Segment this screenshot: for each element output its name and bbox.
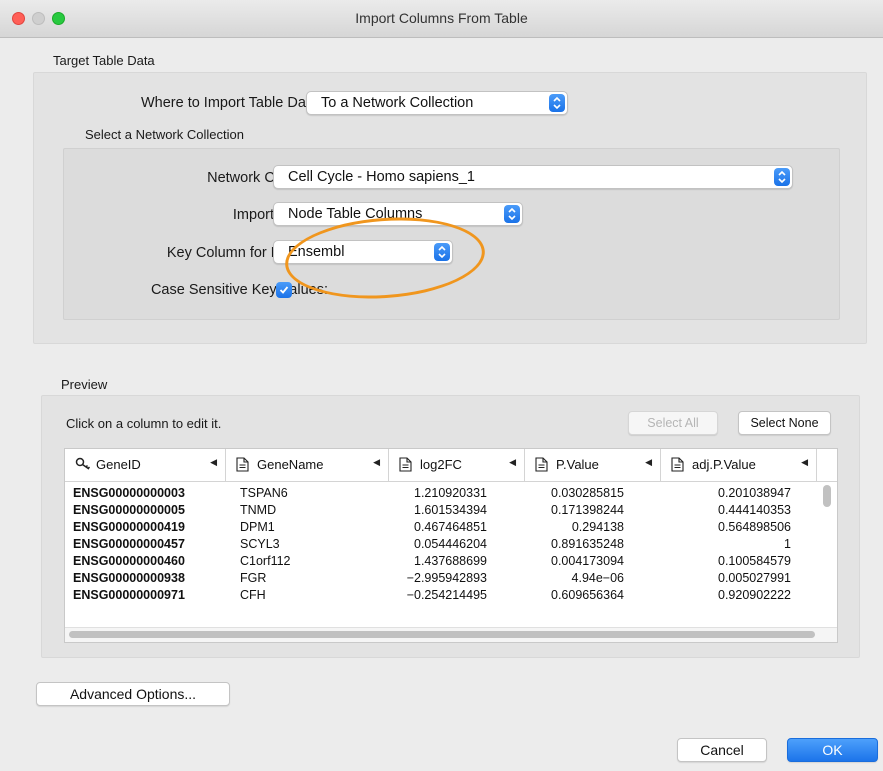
where-to-import-value: To a Network Collection bbox=[321, 95, 474, 111]
cell-log2fc: 1.601534394 bbox=[414, 503, 487, 517]
target-table-data-heading: Target Table Data bbox=[53, 53, 155, 68]
cell-pvalue: 0.609656364 bbox=[551, 588, 624, 602]
cell-adjpvalue: 0.444140353 bbox=[718, 503, 791, 517]
target-table-data-panel: Where to Import Table Data To a Network … bbox=[33, 72, 867, 344]
cell-geneid: ENSG00000000971 bbox=[73, 588, 185, 602]
case-sensitive-checkbox[interactable] bbox=[276, 282, 292, 298]
cell-adjpvalue: 0.201038947 bbox=[718, 486, 791, 500]
title-bar: Import Columns From Table bbox=[0, 0, 883, 38]
preview-hint: Click on a column to edit it. bbox=[66, 416, 222, 431]
cell-pvalue: 0.004173094 bbox=[551, 554, 624, 568]
cell-log2fc: 1.437688699 bbox=[414, 554, 487, 568]
window-title: Import Columns From Table bbox=[355, 10, 528, 26]
column-header-pvalue[interactable]: P.Value ◀ bbox=[525, 449, 661, 481]
table-row[interactable]: ENSG00000000460 C1orf112 1.437688699 0.0… bbox=[65, 553, 817, 570]
document-icon bbox=[535, 457, 548, 475]
document-icon bbox=[399, 457, 412, 475]
advanced-options-button[interactable]: Advanced Options... bbox=[36, 682, 230, 706]
preview-heading: Preview bbox=[61, 377, 108, 392]
cell-log2fc: 1.210920331 bbox=[414, 486, 487, 500]
column-name: GeneID bbox=[96, 457, 141, 472]
cell-geneid: ENSG00000000003 bbox=[73, 486, 185, 500]
sort-arrow-icon: ◀ bbox=[509, 457, 516, 467]
cell-geneid: ENSG00000000460 bbox=[73, 554, 185, 568]
table-row[interactable]: ENSG00000000005 TNMD 1.601534394 0.17139… bbox=[65, 502, 817, 519]
cell-adjpvalue: 1 bbox=[784, 537, 791, 551]
column-name: GeneName bbox=[257, 457, 324, 472]
key-icon bbox=[75, 457, 91, 474]
sort-arrow-icon: ◀ bbox=[801, 457, 808, 467]
column-header-geneid[interactable]: GeneID ◀ bbox=[65, 449, 226, 481]
column-header-adjpvalue[interactable]: adj.P.Value ◀ bbox=[661, 449, 817, 481]
network-collection-value: Cell Cycle - Homo sapiens_1 bbox=[288, 169, 475, 185]
select-arrows-icon bbox=[549, 94, 565, 112]
cell-genename: SCYL3 bbox=[240, 537, 280, 551]
table-header: GeneID ◀ GeneName ◀ log2FC ◀ P.Value ◀ a… bbox=[65, 449, 837, 482]
cell-adjpvalue: 0.100584579 bbox=[718, 554, 791, 568]
sort-arrow-icon: ◀ bbox=[373, 457, 380, 467]
column-header-log2fc[interactable]: log2FC ◀ bbox=[389, 449, 525, 481]
cell-genename: TNMD bbox=[240, 503, 277, 517]
cell-genename: CFH bbox=[240, 588, 266, 602]
select-arrows-icon bbox=[774, 168, 790, 186]
cell-genename: C1orf112 bbox=[240, 554, 291, 568]
cell-log2fc: 0.467464851 bbox=[414, 520, 487, 534]
table-row[interactable]: ENSG00000000003 TSPAN6 1.210920331 0.030… bbox=[65, 485, 817, 502]
network-collection-select[interactable]: Cell Cycle - Homo sapiens_1 bbox=[273, 165, 793, 189]
cell-geneid: ENSG00000000457 bbox=[73, 537, 185, 551]
cell-log2fc: 0.054446204 bbox=[414, 537, 487, 551]
ok-button[interactable]: OK bbox=[787, 738, 878, 762]
cell-log2fc: −2.995942893 bbox=[406, 571, 487, 585]
vertical-scrollbar[interactable] bbox=[823, 485, 831, 507]
cell-pvalue: 0.030285815 bbox=[551, 486, 624, 500]
cell-geneid: ENSG00000000419 bbox=[73, 520, 185, 534]
document-icon bbox=[671, 457, 684, 475]
column-name: log2FC bbox=[420, 457, 462, 472]
select-none-button[interactable]: Select None bbox=[738, 411, 831, 435]
cell-adjpvalue: 0.920902222 bbox=[718, 588, 791, 602]
select-arrows-icon bbox=[504, 205, 520, 223]
horizontal-scrollbar[interactable] bbox=[69, 631, 815, 638]
sort-arrow-icon: ◀ bbox=[210, 457, 217, 467]
document-icon bbox=[236, 457, 249, 475]
cell-geneid: ENSG00000000938 bbox=[73, 571, 185, 585]
cell-genename: FGR bbox=[240, 571, 267, 585]
cell-geneid: ENSG00000000005 bbox=[73, 503, 185, 517]
cell-genename: DPM1 bbox=[240, 520, 275, 534]
sort-arrow-icon: ◀ bbox=[645, 457, 652, 467]
cell-pvalue: 0.294138 bbox=[571, 520, 624, 534]
table-row[interactable]: ENSG00000000971 CFH −0.254214495 0.60965… bbox=[65, 587, 817, 604]
table-row[interactable]: ENSG00000000938 FGR −2.995942893 4.94e−0… bbox=[65, 570, 817, 587]
cell-pvalue: 4.94e−06 bbox=[571, 571, 624, 585]
preview-table: GeneID ◀ GeneName ◀ log2FC ◀ P.Value ◀ a… bbox=[64, 448, 838, 643]
where-to-import-label: Where to Import Table Data bbox=[140, 95, 318, 111]
column-name: P.Value bbox=[556, 457, 599, 472]
checkmark-icon bbox=[279, 286, 289, 294]
cell-genename: TSPAN6 bbox=[240, 486, 288, 500]
horizontal-scrollbar-track bbox=[65, 627, 837, 642]
cell-log2fc: −0.254214495 bbox=[406, 588, 487, 602]
column-name: adj.P.Value bbox=[692, 457, 756, 472]
cell-pvalue: 0.891635248 bbox=[551, 537, 624, 551]
table-row[interactable]: ENSG00000000457 SCYL3 0.054446204 0.8916… bbox=[65, 536, 817, 553]
column-header-genename[interactable]: GeneName ◀ bbox=[226, 449, 389, 481]
select-network-collection-heading: Select a Network Collection bbox=[85, 127, 244, 142]
select-all-button[interactable]: Select All bbox=[628, 411, 718, 435]
table-row[interactable]: ENSG00000000419 DPM1 0.467464851 0.29413… bbox=[65, 519, 817, 536]
where-to-import-select[interactable]: To a Network Collection bbox=[306, 91, 568, 115]
cell-adjpvalue: 0.564898506 bbox=[718, 520, 791, 534]
cell-pvalue: 0.171398244 bbox=[551, 503, 624, 517]
cancel-button[interactable]: Cancel bbox=[677, 738, 767, 762]
cell-adjpvalue: 0.005027991 bbox=[718, 571, 791, 585]
